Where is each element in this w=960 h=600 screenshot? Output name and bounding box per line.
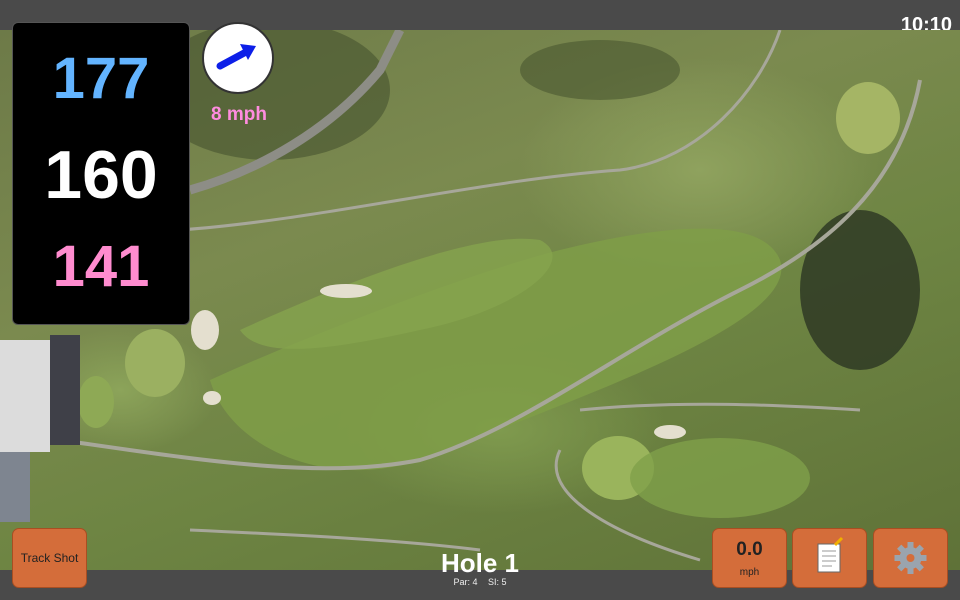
notes-button[interactable]: [792, 528, 867, 588]
building: [50, 335, 80, 445]
track-shot-button[interactable]: Track Shot: [12, 528, 87, 588]
cart-path: [189, 528, 481, 552]
hole-par: Par: 4: [453, 577, 478, 587]
building: [0, 340, 50, 452]
hole-title: Hole 1: [440, 548, 520, 578]
pond: [800, 210, 920, 370]
distance-front: 141: [52, 234, 150, 299]
settings-button[interactable]: [873, 528, 948, 588]
speed-unit: mph: [739, 567, 760, 578]
hole-stroke-index: SI: 5: [488, 577, 507, 587]
speed-button[interactable]: 0.0 mph: [712, 528, 787, 588]
tree-cluster: [520, 40, 680, 100]
wind-speed: 8 mph: [211, 104, 267, 125]
wind-direction-arrow-icon: [216, 44, 256, 70]
bunker: [654, 425, 686, 439]
bunker: [320, 284, 372, 298]
wind-indicator: [202, 22, 274, 94]
bunker: [203, 391, 221, 405]
notepad-icon: [817, 536, 844, 573]
green: [125, 329, 185, 397]
green: [630, 438, 810, 518]
distance-back: 177: [52, 46, 150, 111]
speed-value: 0.0: [736, 539, 763, 560]
bunker: [191, 310, 219, 350]
distance-middle: 160: [44, 137, 158, 213]
green: [78, 376, 114, 428]
hole-info: Par: 4 SI: 5: [380, 577, 580, 587]
distance-panel: 177 160 141: [12, 22, 190, 325]
cart-path: [579, 402, 861, 412]
green: [836, 82, 900, 154]
gear-icon: [894, 542, 927, 574]
building: [0, 452, 30, 522]
